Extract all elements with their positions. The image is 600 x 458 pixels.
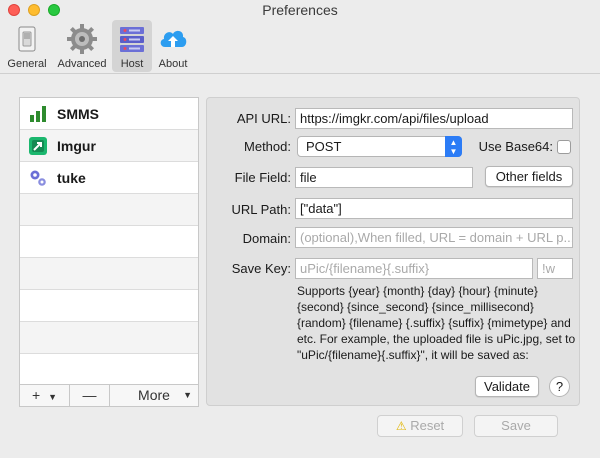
gears-icon xyxy=(30,170,46,186)
remove-label: — xyxy=(82,387,97,403)
api-url-label: API URL: xyxy=(236,111,291,126)
bar-chart-icon xyxy=(30,106,46,122)
save-key-input[interactable]: uPic/{filename}{.suffix} xyxy=(295,258,533,279)
help-button[interactable]: ? xyxy=(549,376,570,397)
imgur-icon xyxy=(29,137,47,155)
tab-advanced-label: Advanced xyxy=(57,58,107,70)
host-item-label: tuke xyxy=(57,170,86,186)
host-item-tuke[interactable]: tuke xyxy=(20,162,198,194)
save-button[interactable]: Save xyxy=(474,415,558,437)
host-config-form: API URL: https://imgkr.com/api/files/upl… xyxy=(206,97,580,406)
add-label: + xyxy=(32,387,41,403)
method-select[interactable]: POST ▲ ▼ xyxy=(297,136,462,157)
list-item xyxy=(20,194,198,226)
chevron-down-icon: ▼ xyxy=(183,390,192,400)
domain-label: Domain: xyxy=(242,231,291,246)
server-icon xyxy=(120,27,144,52)
list-item xyxy=(20,258,198,290)
remove-host-button[interactable]: — xyxy=(70,385,110,406)
preferences-toolbar: General Advanced Host About xyxy=(0,18,600,74)
reset-label: Reset xyxy=(410,418,445,433)
list-item xyxy=(20,290,198,322)
title-bar: Preferences xyxy=(0,0,600,18)
host-list: SMMS Imgur tuke xyxy=(19,97,199,385)
updown-chevron-icon: ▲ ▼ xyxy=(445,136,462,157)
host-item-label: Imgur xyxy=(57,138,96,154)
validate-button[interactable]: Validate xyxy=(475,376,539,397)
base64-checkbox[interactable] xyxy=(557,140,571,154)
api-url-input[interactable]: https://imgkr.com/api/files/upload xyxy=(295,108,573,129)
tab-general-label: General xyxy=(7,58,47,70)
base64-label: Use Base64: xyxy=(478,139,553,154)
save-key-description: Supports {year} {month} {day} {hour} {mi… xyxy=(297,284,576,362)
save-label: Save xyxy=(501,418,531,433)
host-item-label: SMMS xyxy=(57,106,99,122)
host-list-toolbar: + ▼ — More ▼ xyxy=(19,385,199,407)
list-item xyxy=(20,226,198,258)
host-item-smms[interactable]: SMMS xyxy=(20,98,198,130)
save-key-label: Save Key: xyxy=(231,261,291,276)
cloud-upload-icon xyxy=(160,30,187,47)
tab-host-label: Host xyxy=(120,58,144,70)
window-title: Preferences xyxy=(262,2,338,18)
file-field-label: File Field: xyxy=(234,170,291,185)
file-field-input[interactable]: file xyxy=(295,167,473,188)
tab-advanced[interactable]: Advanced xyxy=(54,20,110,72)
method-label: Method: xyxy=(244,139,291,154)
save-key-suffix-input[interactable]: !w xyxy=(537,258,573,279)
reset-button[interactable]: ⚠ Reset xyxy=(377,415,463,437)
domain-input[interactable]: (optional),When filled, URL = domain + U… xyxy=(295,227,573,248)
method-value: POST xyxy=(306,139,342,154)
host-item-imgur[interactable]: Imgur xyxy=(20,130,198,162)
chevron-down-icon: ▼ xyxy=(48,392,57,402)
more-label: More xyxy=(138,387,170,403)
switch-icon xyxy=(18,26,36,52)
tab-general[interactable]: General xyxy=(4,20,50,72)
list-item xyxy=(20,354,198,386)
add-host-button[interactable]: + ▼ xyxy=(20,385,70,406)
tab-about-label: About xyxy=(158,58,188,70)
url-path-input[interactable]: ["data"] xyxy=(295,198,573,219)
other-fields-button[interactable]: Other fields xyxy=(485,166,573,187)
url-path-label: URL Path: xyxy=(231,202,292,217)
list-item xyxy=(20,322,198,354)
more-button[interactable]: More ▼ xyxy=(110,385,198,406)
tab-about[interactable]: About xyxy=(154,20,192,72)
tab-host[interactable]: Host xyxy=(112,20,152,72)
warning-icon: ⚠ xyxy=(395,419,407,433)
gear-icon xyxy=(67,24,97,54)
